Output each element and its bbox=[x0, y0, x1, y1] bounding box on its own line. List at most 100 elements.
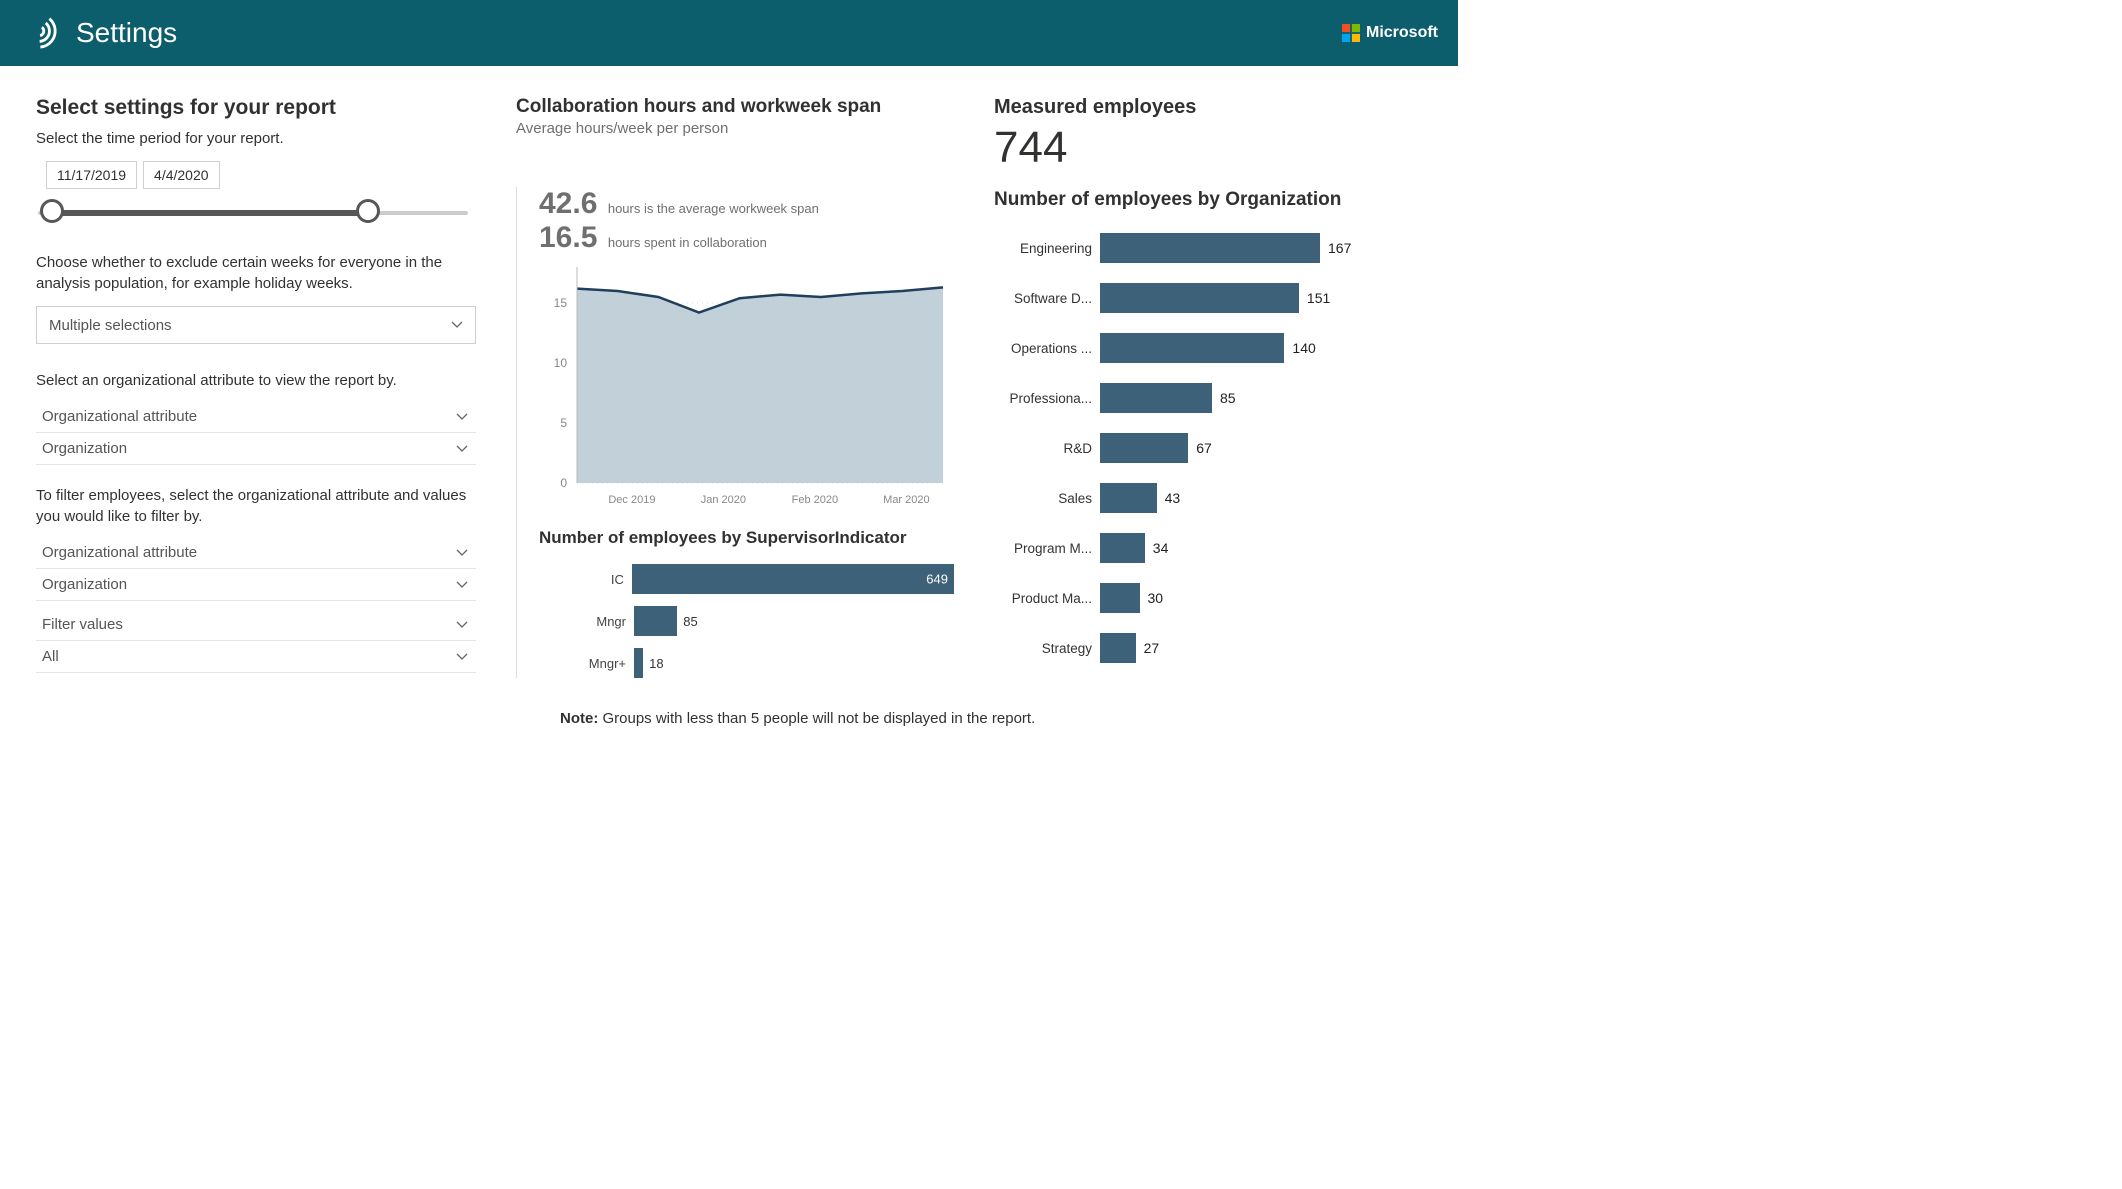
date-end-input[interactable]: 4/4/2020 bbox=[143, 161, 220, 189]
filter-attribute-label: Organizational attribute bbox=[42, 544, 197, 561]
workweek-span-value: 42.6 bbox=[539, 187, 597, 220]
bar-row: Sales 43 bbox=[994, 483, 1416, 513]
bar-row: Strategy 27 bbox=[994, 633, 1416, 663]
svg-text:Jan 2020: Jan 2020 bbox=[701, 494, 746, 506]
bar-row: Mngr 85 bbox=[539, 606, 954, 636]
bar-label: Sales bbox=[994, 491, 1100, 506]
bar-value: 43 bbox=[1165, 490, 1181, 506]
supervisor-bar-chart: IC 649 Mngr 85 Mngr+ 18 bbox=[539, 564, 954, 678]
bar-rect bbox=[1100, 583, 1140, 613]
bar-rect: 649 bbox=[632, 564, 954, 594]
bar-label: Professiona... bbox=[994, 391, 1100, 406]
collab-area-chart: 051015Dec 2019Jan 2020Feb 2020Mar 2020 bbox=[539, 261, 954, 516]
svg-text:Dec 2019: Dec 2019 bbox=[608, 494, 655, 506]
bar-rect bbox=[634, 648, 643, 678]
exclude-weeks-value: Multiple selections bbox=[49, 317, 172, 334]
bar-rect bbox=[1100, 333, 1284, 363]
filter-values-label-dropdown[interactable]: Filter values bbox=[36, 611, 476, 641]
date-range-inputs: 11/17/2019 4/4/2020 bbox=[46, 161, 486, 189]
bar-rect bbox=[1100, 433, 1188, 463]
measured-title: Measured employees bbox=[994, 96, 1416, 119]
bar-row: Professiona... 85 bbox=[994, 383, 1416, 413]
bar-label: Mngr+ bbox=[539, 656, 634, 671]
bar-rect bbox=[1100, 283, 1299, 313]
workweek-span-label: hours is the average workweek span bbox=[608, 201, 819, 216]
org-attribute-value-dropdown[interactable]: Organization bbox=[36, 435, 476, 465]
svg-text:Feb 2020: Feb 2020 bbox=[792, 494, 838, 506]
slider-active-track bbox=[48, 210, 368, 216]
microsoft-brand-label: Microsoft bbox=[1366, 24, 1438, 42]
bar-row: Operations ...140 bbox=[994, 333, 1416, 363]
app-logo-icon bbox=[20, 12, 58, 55]
collab-subtitle: Average hours/week per person bbox=[516, 120, 976, 137]
date-range-slider[interactable] bbox=[38, 197, 468, 227]
chevron-down-icon bbox=[456, 443, 468, 455]
bar-value: 140 bbox=[1292, 340, 1315, 356]
org-bar-chart: Engineering167 Software D... 151 Operations… bbox=[994, 233, 1416, 663]
bar-row: Program M... 34 bbox=[994, 533, 1416, 563]
org-attribute-value: Organization bbox=[42, 440, 127, 457]
chevron-down-icon bbox=[456, 411, 468, 423]
chevron-down-icon bbox=[456, 547, 468, 559]
bar-value: 167 bbox=[1328, 240, 1351, 256]
note-text: Groups with less than 5 people will not … bbox=[598, 710, 1035, 727]
main-content: Select settings for your report Select t… bbox=[0, 66, 1458, 700]
app-header: Settings Microsoft bbox=[0, 0, 1458, 66]
bar-value: 85 bbox=[683, 614, 697, 629]
microsoft-logo-icon bbox=[1342, 24, 1360, 42]
chevron-down-icon bbox=[456, 579, 468, 591]
filter-values-value-dropdown[interactable]: All bbox=[36, 643, 476, 673]
bar-row: Engineering167 bbox=[994, 233, 1416, 263]
svg-text:5: 5 bbox=[560, 416, 567, 430]
settings-heading: Select settings for your report bbox=[36, 96, 486, 120]
filter-attribute-label-dropdown[interactable]: Organizational attribute bbox=[36, 539, 476, 569]
bar-value: 85 bbox=[1220, 390, 1236, 406]
bar-value: 151 bbox=[1307, 290, 1330, 306]
bar-label: Program M... bbox=[994, 541, 1100, 556]
bar-value: 18 bbox=[649, 656, 663, 671]
bar-value: 27 bbox=[1144, 640, 1160, 656]
collab-hours-value: 16.5 bbox=[539, 221, 597, 254]
date-start-input[interactable]: 11/17/2019 bbox=[46, 161, 137, 189]
exclude-weeks-dropdown[interactable]: Multiple selections bbox=[36, 306, 476, 344]
bar-rect bbox=[1100, 633, 1136, 663]
bar-value: 649 bbox=[926, 572, 948, 587]
bar-label: IC bbox=[539, 572, 632, 587]
attr-view-label: Select an organizational attribute to vi… bbox=[36, 370, 486, 391]
filter-values-value: All bbox=[42, 648, 59, 665]
bar-value: 34 bbox=[1153, 540, 1169, 556]
page-title: Settings bbox=[76, 17, 177, 49]
chevron-down-icon bbox=[456, 651, 468, 663]
svg-text:15: 15 bbox=[554, 296, 568, 310]
bar-row: IC 649 bbox=[539, 564, 954, 594]
exclude-weeks-label: Choose whether to exclude certain weeks … bbox=[36, 252, 486, 294]
filter-attribute-value: Organization bbox=[42, 576, 127, 593]
slider-handle-start[interactable] bbox=[40, 199, 64, 223]
filter-attribute-value-dropdown[interactable]: Organization bbox=[36, 571, 476, 601]
svg-text:0: 0 bbox=[560, 476, 567, 490]
bar-label: Strategy bbox=[994, 641, 1100, 656]
bar-label: Mngr bbox=[539, 614, 634, 629]
bar-rect bbox=[634, 606, 677, 636]
time-period-label: Select the time period for your report. bbox=[36, 130, 486, 147]
collab-panel: Collaboration hours and workweek span Av… bbox=[516, 96, 976, 690]
org-attribute-label: Organizational attribute bbox=[42, 408, 197, 425]
bar-row: Software D... 151 bbox=[994, 283, 1416, 313]
note-label: Note: bbox=[560, 710, 598, 727]
by-org-title: Number of employees by Organization bbox=[994, 189, 1416, 211]
bar-rect bbox=[1100, 483, 1157, 513]
bar-row: R&D67 bbox=[994, 433, 1416, 463]
bar-value: 30 bbox=[1148, 590, 1164, 606]
org-attribute-label-dropdown[interactable]: Organizational attribute bbox=[36, 403, 476, 433]
supervisor-chart-title: Number of employees by SupervisorIndicat… bbox=[539, 528, 954, 548]
bar-rect bbox=[1100, 233, 1320, 263]
bar-rect bbox=[1100, 383, 1212, 413]
bar-label: Software D... bbox=[994, 291, 1100, 306]
slider-handle-end[interactable] bbox=[356, 199, 380, 223]
measured-panel: Measured employees 744 Number of employe… bbox=[976, 96, 1416, 690]
bar-value: 67 bbox=[1196, 440, 1212, 456]
bar-row: Mngr+ 18 bbox=[539, 648, 954, 678]
bar-rect bbox=[1100, 533, 1145, 563]
collab-hours-stat: 16.5 hours spent in collaboration bbox=[539, 221, 954, 255]
filter-values-label: Filter values bbox=[42, 616, 123, 633]
